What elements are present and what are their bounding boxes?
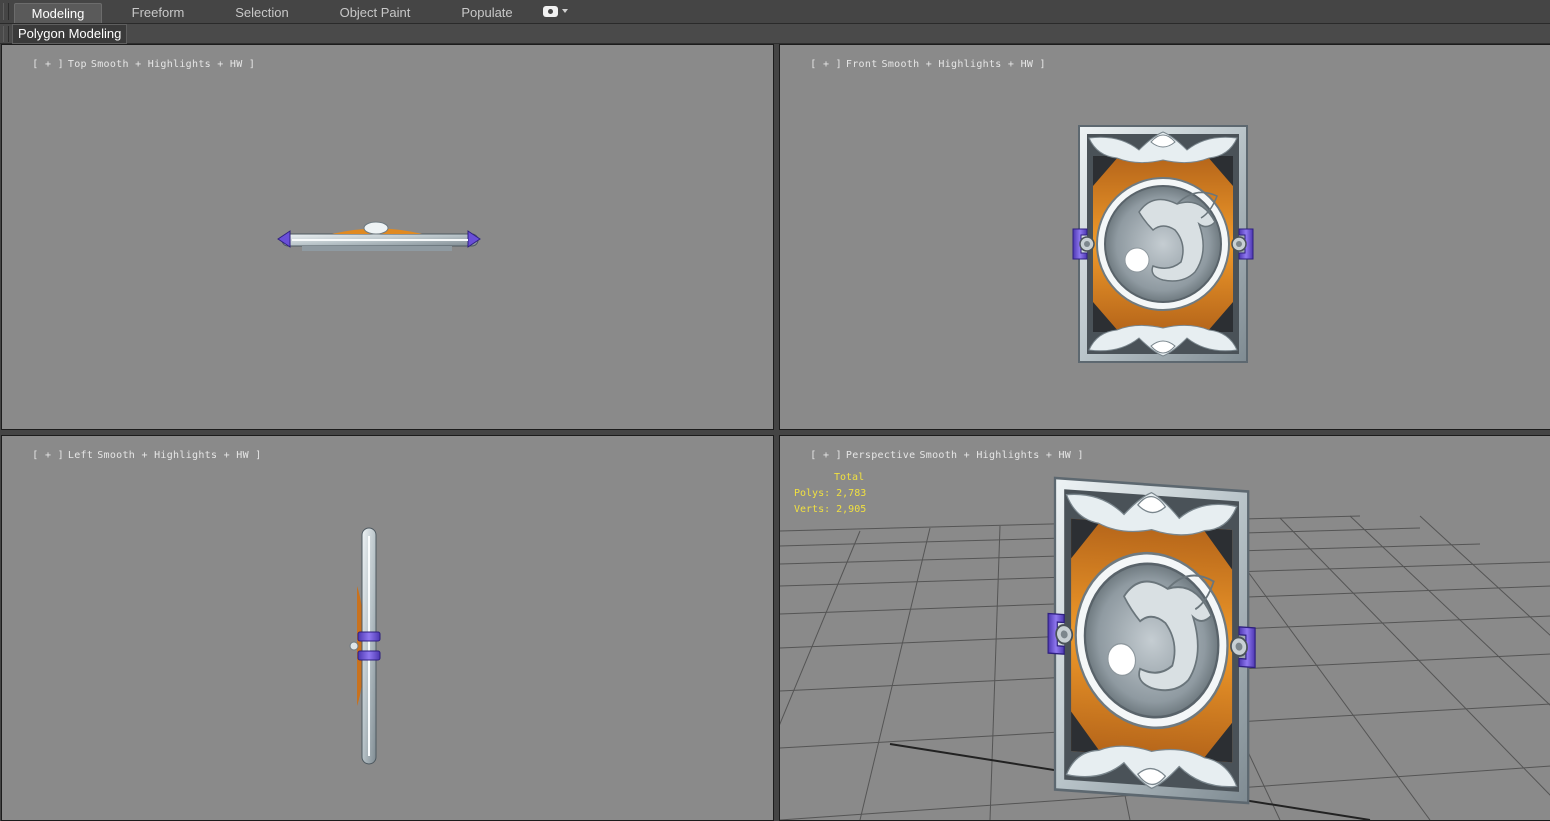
- card-model-left-view[interactable]: [2, 436, 773, 820]
- viewport-perspective[interactable]: [ + ] Perspective Smooth + Highlights + HW…: [779, 435, 1550, 821]
- viewport-left[interactable]: [ + ] Left Smooth + Highlights + HW ]: [1, 435, 774, 821]
- ribbon-options-dropdown[interactable]: [543, 6, 569, 18]
- panel-grip[interactable]: [3, 26, 9, 42]
- tab-populate[interactable]: Populate: [447, 3, 527, 22]
- card-model-top-view[interactable]: [2, 45, 773, 429]
- tab-selection[interactable]: Selection: [222, 3, 302, 22]
- ribbon-panel-bar: Polygon Modeling: [0, 24, 1550, 44]
- viewport-front[interactable]: [ + ] Front Smooth + Highlights + HW ]: [779, 44, 1550, 430]
- chevron-down-icon: [562, 9, 568, 13]
- ribbon-grip[interactable]: [3, 3, 9, 20]
- perspective-scene[interactable]: [780, 436, 1550, 820]
- ribbon-tab-bar: Modeling Freeform Selection Object Paint…: [0, 0, 1550, 24]
- tab-modeling[interactable]: Modeling: [14, 3, 102, 23]
- viewport-top[interactable]: [ + ] Top Smooth + Highlights + HW ]: [1, 44, 774, 430]
- card-model-front-view[interactable]: [780, 45, 1550, 429]
- tab-object-paint[interactable]: Object Paint: [330, 3, 420, 22]
- tab-freeform[interactable]: Freeform: [118, 3, 198, 22]
- eye-dropdown-icon: [543, 6, 558, 17]
- polygon-modeling-panel[interactable]: Polygon Modeling: [12, 24, 128, 44]
